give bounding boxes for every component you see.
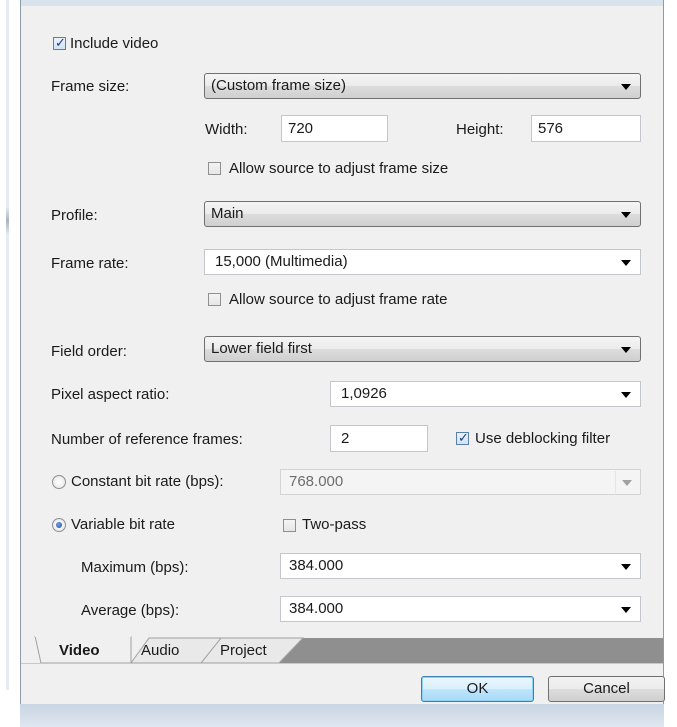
field-order-dropdown[interactable]: Lower field first (204, 336, 641, 362)
frame-rate-combobox[interactable]: 15,000 (Multimedia) (204, 249, 641, 275)
two-pass-label: Two-pass (302, 516, 367, 533)
window-frame-bottom (20, 704, 664, 727)
allow-frame-rate-checkbox[interactable] (208, 293, 221, 306)
variable-bitrate-label: Variable bit rate (71, 516, 175, 533)
cancel-button[interactable]: Cancel (548, 676, 665, 702)
frame-size-value: (Custom frame size) (211, 77, 347, 94)
chevron-down-icon (621, 347, 631, 353)
window-frame-right (664, 0, 677, 727)
checkmark-icon: ✓ (458, 430, 469, 445)
chevron-down-icon (621, 260, 631, 266)
include-video-checkbox[interactable]: ✓ (53, 35, 66, 50)
constant-bitrate-value: 768.000 (289, 473, 344, 490)
ok-button[interactable]: OK (421, 676, 534, 702)
deblocking-checkbox[interactable]: ✓ (456, 430, 469, 445)
radio-selected-dot (56, 522, 62, 528)
field-order-value: Lower field first (211, 340, 312, 357)
window-frame-left (0, 0, 20, 727)
deblocking-label: Use deblocking filter (475, 430, 611, 447)
pixel-aspect-combobox[interactable]: 1,0926 (330, 381, 641, 407)
pixel-aspect-label: Pixel aspect ratio: (51, 386, 170, 403)
average-value: 384.000 (289, 600, 344, 617)
frame-size-dropdown[interactable]: (Custom frame size) (204, 73, 641, 99)
chevron-down-icon (621, 607, 631, 613)
checkmark-icon: ✓ (55, 35, 66, 50)
width-value: 720 (288, 120, 314, 137)
maximum-combobox[interactable]: 384.000 (280, 553, 641, 579)
constant-bitrate-combobox[interactable]: 768.000 (280, 469, 641, 495)
chevron-down-icon (621, 564, 631, 570)
constant-bitrate-label: Constant bit rate (bps): (71, 473, 224, 490)
window-edge-stripe (6, 0, 9, 690)
maximum-label: Maximum (bps): (81, 559, 189, 576)
pixel-aspect-value: 1,0926 (341, 385, 387, 402)
profile-label: Profile: (51, 207, 98, 224)
combobox-separator (615, 471, 616, 493)
width-input[interactable]: 720 (281, 115, 388, 142)
frame-size-label: Frame size: (51, 78, 130, 95)
ref-frames-label: Number of reference frames: (51, 431, 243, 448)
maximum-value: 384.000 (289, 557, 344, 574)
frame-rate-value: 15,000 (Multimedia) (215, 253, 348, 270)
profile-value: Main (211, 205, 244, 222)
tab-video[interactable]: Video (59, 642, 100, 660)
height-input[interactable]: 576 (531, 115, 641, 142)
allow-frame-size-checkbox[interactable] (208, 162, 221, 175)
constant-bitrate-radio[interactable] (52, 475, 66, 489)
chevron-down-icon (621, 84, 631, 90)
allow-frame-rate-label: Allow source to adjust frame rate (229, 291, 448, 308)
two-pass-checkbox[interactable] (283, 519, 296, 532)
ref-frames-input[interactable]: 2 (330, 425, 428, 452)
include-video-label: Include video (70, 35, 159, 52)
tab-strip (34, 636, 663, 664)
height-label: Height: (456, 121, 504, 138)
chevron-down-icon (622, 480, 632, 486)
chevron-down-icon (621, 392, 631, 398)
tab-project[interactable]: Project (220, 642, 267, 660)
average-combobox[interactable]: 384.000 (280, 596, 641, 622)
field-order-label: Field order: (51, 343, 127, 360)
average-label: Average (bps): (81, 602, 180, 619)
profile-dropdown[interactable]: Main (204, 201, 641, 227)
ref-frames-value: 2 (341, 430, 350, 447)
height-value: 576 (538, 120, 564, 137)
variable-bitrate-radio[interactable] (52, 518, 66, 532)
frame-rate-label: Frame rate: (51, 255, 129, 272)
allow-frame-size-label: Allow source to adjust frame size (229, 160, 449, 177)
tab-audio[interactable]: Audio (141, 642, 179, 660)
width-label: Width: (205, 121, 248, 138)
chevron-down-icon (621, 212, 631, 218)
